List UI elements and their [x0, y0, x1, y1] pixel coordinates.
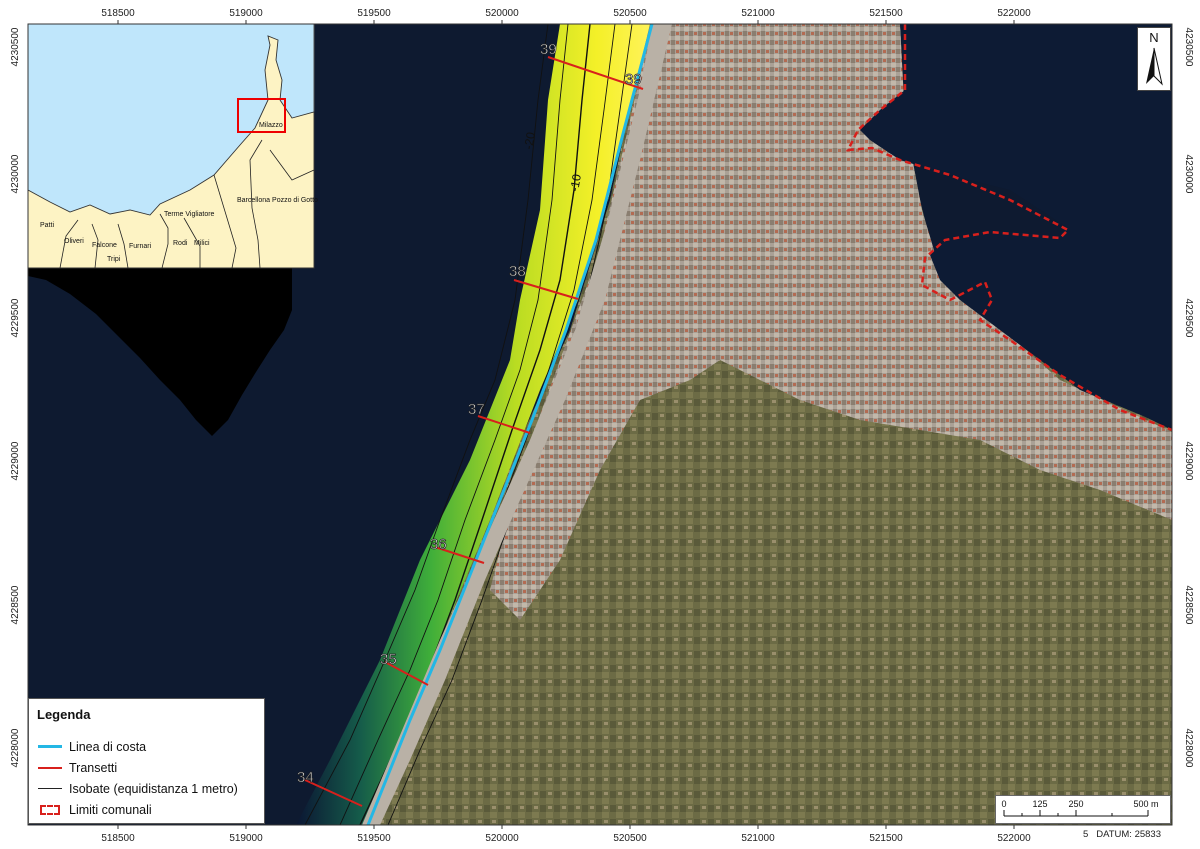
- transect-label-37: 37: [468, 401, 485, 418]
- svg-text:4229000: 4229000: [10, 441, 21, 480]
- scale-tick-500: 500 m: [1133, 799, 1158, 809]
- datum-footer: 5 DATUM: 25833: [1083, 829, 1161, 840]
- inset-place-milazzo: Milazzo: [259, 122, 283, 129]
- inset-place-milici: Milici: [194, 240, 210, 247]
- transect-label-34: 34: [297, 769, 314, 786]
- transect-label-38: 38: [509, 263, 526, 280]
- svg-text:4229500: 4229500: [10, 298, 21, 337]
- transect-label-35: 35: [380, 651, 397, 668]
- inset-place-patti: Patti: [40, 222, 54, 229]
- legend-item-label: Isobate (equidistanza 1 metro): [69, 781, 238, 796]
- svg-text:519500: 519500: [357, 833, 391, 844]
- svg-text:519000: 519000: [229, 8, 263, 19]
- north-arrow-icon: N: [1146, 30, 1163, 86]
- legend-item-label: Linea di costa: [69, 739, 147, 754]
- scale-tick-125: 125: [1032, 799, 1047, 809]
- svg-text:520000: 520000: [485, 833, 519, 844]
- svg-text:4230500: 4230500: [1183, 28, 1194, 67]
- svg-text:522000: 522000: [997, 8, 1031, 19]
- svg-text:4228500: 4228500: [10, 585, 21, 624]
- legend-item-isobath: Isobate (equidistanza 1 metro): [37, 778, 256, 799]
- svg-text:4228000: 4228000: [10, 728, 21, 767]
- transect-label-39-end: 39: [625, 71, 642, 88]
- svg-text:4230000: 4230000: [1183, 155, 1194, 194]
- scale-tick-250: 250: [1068, 799, 1083, 809]
- svg-text:521000: 521000: [741, 833, 775, 844]
- inset-place-furnari: Furnari: [129, 243, 152, 250]
- svg-text:4229000: 4229000: [1183, 442, 1194, 481]
- svg-text:520000: 520000: [485, 8, 519, 19]
- svg-text:521500: 521500: [869, 8, 903, 19]
- svg-text:4228500: 4228500: [1183, 586, 1194, 625]
- scale-bar: 0 125 250 500 m: [995, 795, 1171, 824]
- north-arrow: N: [1137, 27, 1171, 91]
- boundary-symbol-icon: [37, 804, 63, 816]
- svg-text:4230500: 4230500: [10, 27, 21, 66]
- transect-label-36: 36: [430, 536, 447, 553]
- inset-place-oliveri: Oliveri: [64, 238, 84, 245]
- svg-text:521000: 521000: [741, 8, 775, 19]
- inset-place-tripi: Tripi: [107, 256, 121, 263]
- inset-place-falcone: Falcone: [92, 242, 117, 249]
- legend-item-label: Transetti: [69, 760, 118, 775]
- svg-text:520500: 520500: [613, 8, 647, 19]
- svg-text:518500: 518500: [101, 833, 135, 844]
- coastline-symbol-icon: [37, 741, 63, 753]
- svg-text:4228000: 4228000: [1183, 729, 1194, 768]
- svg-text:4229500: 4229500: [1183, 299, 1194, 338]
- page-number: 5: [1083, 829, 1089, 840]
- scale-tick-0: 0: [1001, 799, 1006, 809]
- svg-text:N: N: [1149, 30, 1158, 45]
- svg-text:522000: 522000: [997, 833, 1031, 844]
- datum-label: DATUM: 25833: [1096, 829, 1161, 840]
- inset-map: Milazzo Patti Oliveri Falcone Tripi Furn…: [28, 24, 318, 269]
- legend-item-boundary: Limiti comunali: [37, 799, 256, 820]
- isobath-symbol-icon: [37, 783, 63, 795]
- svg-text:519000: 519000: [229, 833, 263, 844]
- inset-place-terme-vigliatore: Terme Vigliatore: [164, 211, 215, 218]
- transect-symbol-icon: [37, 762, 63, 774]
- svg-text:4230000: 4230000: [10, 154, 21, 193]
- svg-text:518500: 518500: [101, 8, 135, 19]
- legend-item-label: Limiti comunali: [69, 802, 152, 817]
- svg-text:521500: 521500: [869, 833, 903, 844]
- svg-text:520500: 520500: [613, 833, 647, 844]
- inset-place-barcellona: Barcellona Pozzo di Gotto: [237, 197, 318, 204]
- svg-text:519500: 519500: [357, 8, 391, 19]
- legend-title: Legenda: [37, 707, 91, 722]
- inset-place-rodi: Rodi: [173, 240, 188, 247]
- transect-label-39-start: 39: [540, 41, 557, 58]
- legend-item-coastline: Linea di costa: [37, 736, 256, 757]
- map-legend: Legenda Linea di costa Transetti Isobate…: [28, 698, 265, 824]
- legend-item-transect: Transetti: [37, 757, 256, 778]
